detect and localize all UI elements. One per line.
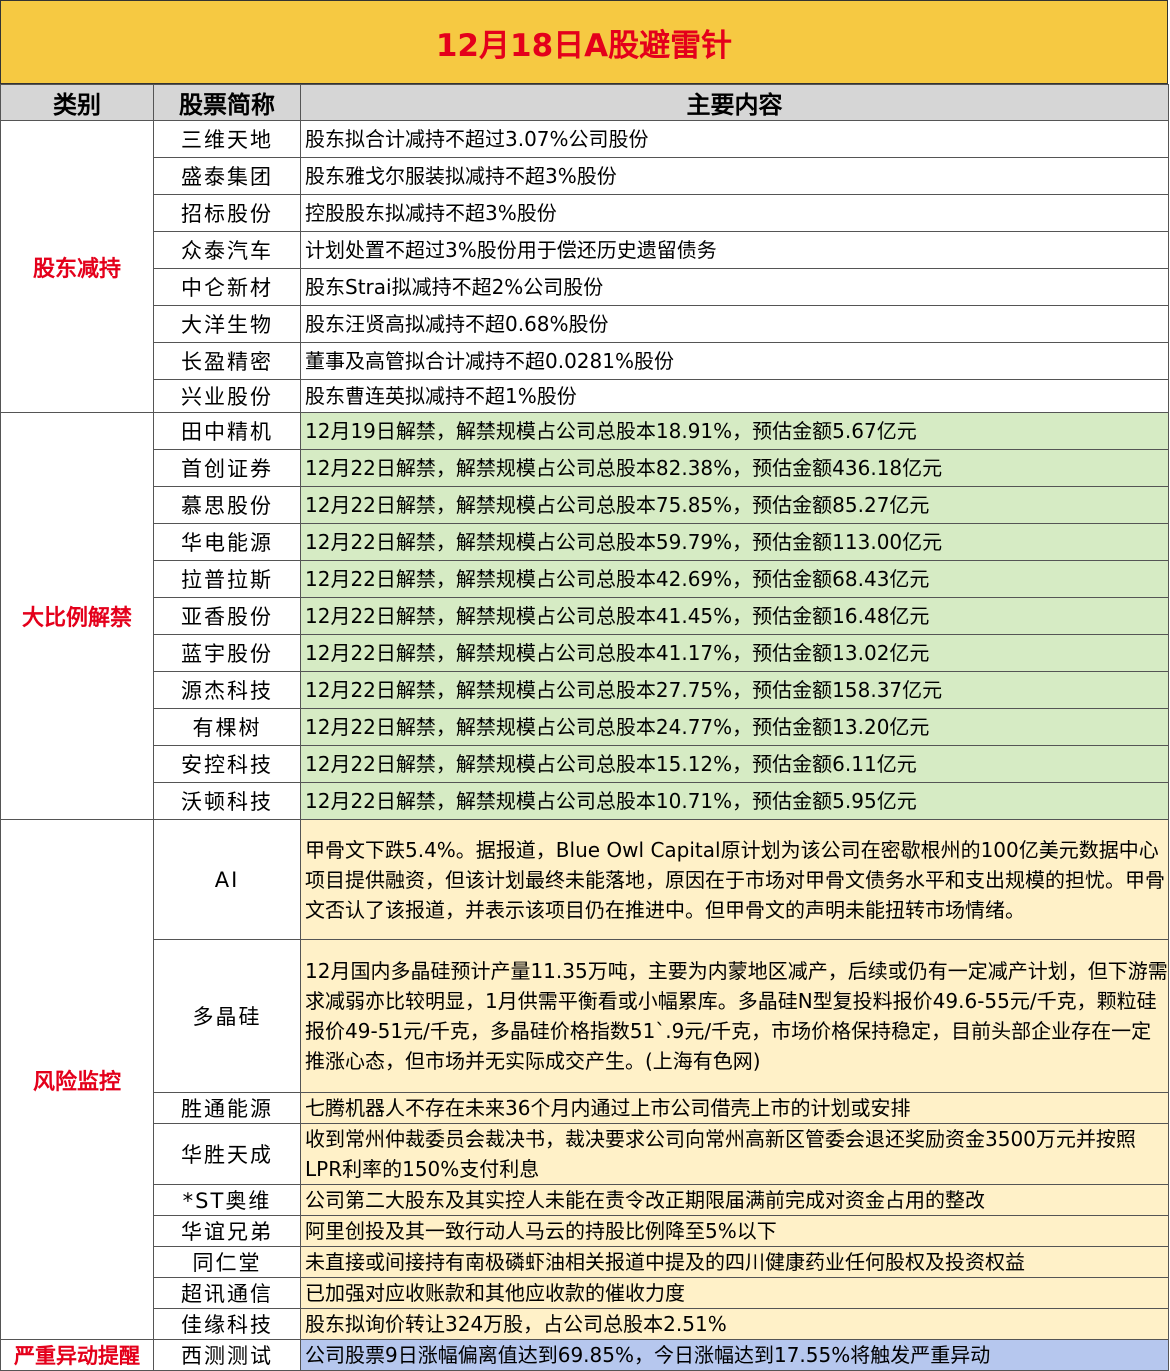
table-row: 拉普拉斯 12月22日解禁，解禁规模占公司总股本42.69%，预估金额68.43亿…	[1, 560, 1169, 598]
table-row: 严重异动提醒 西测测试 公司股票9日涨幅偏离值达到69.85%，今日涨幅达到17.5…	[0, 1339, 1169, 1371]
content-cell: 计划处置不超过3%股份用于偿还历史遗留债务	[300, 231, 1169, 269]
stock-name-cell: 首创证券	[153, 449, 301, 487]
table-row: 大洋生物 股东汪贤高拟减持不超0.68%股份	[1, 305, 1169, 343]
stock-name-cell: 亚香股份	[153, 597, 301, 635]
stock-name-cell: 有棵树	[153, 708, 301, 746]
table-row: 华电能源 12月22日解禁，解禁规模占公司总股本59.79%，预估金额113.00…	[1, 523, 1169, 561]
content-cell: 12月22日解禁，解禁规模占公司总股本27.75%，预估金额158.37亿元	[300, 671, 1169, 709]
table-row: 同仁堂 未直接或间接持有南极磷虾油相关报道中提及的四川健康药业任何股权及投资权益	[1, 1246, 1169, 1278]
table-row: 华谊兄弟 阿里创投及其一致行动人马云的持股比例降至5%以下	[1, 1215, 1169, 1247]
content-cell: 12月22日解禁，解禁规模占公司总股本59.79%，预估金额113.00亿元	[300, 523, 1169, 561]
content-cell: 董事及高管拟合计减持不超0.0281%股份	[300, 342, 1169, 380]
content-cell: 控股股东拟减持不超3%股份	[300, 194, 1169, 232]
table-row: 中仑新材 股东Strai拟减持不超2%公司股份	[1, 268, 1169, 306]
table-row: 沃顿科技 12月22日解禁，解禁规模占公司总股本10.71%，预估金额5.95亿元	[1, 782, 1169, 820]
content-cell: 甲骨文下跌5.4%。据报道，Blue Owl Capital原计划为该公司在密歇…	[300, 819, 1169, 940]
stock-name-cell: 慕思股份	[153, 486, 301, 524]
content-cell: 股东雅戈尔服装拟减持不超3%股份	[300, 157, 1169, 195]
content-cell: 股东曹连英拟减持不超1%股份	[300, 379, 1169, 413]
header-category: 类别	[0, 84, 154, 121]
content-cell: 12月22日解禁，解禁规模占公司总股本24.77%，预估金额13.20亿元	[300, 708, 1169, 746]
content-cell: 12月22日解禁，解禁规模占公司总股本82.38%，预估金额436.18亿元	[300, 449, 1169, 487]
stock-name-cell: 沃顿科技	[153, 782, 301, 820]
category-cell: 大比例解禁	[0, 412, 154, 820]
stock-name-cell: 华电能源	[153, 523, 301, 561]
stock-name-cell: 华谊兄弟	[153, 1215, 301, 1247]
stock-name-cell: AI	[153, 819, 301, 940]
stock-name-cell: *ST奥维	[153, 1184, 301, 1216]
header-row: 类别 股票简称 主要内容	[0, 84, 1169, 121]
table-row: 安控科技 12月22日解禁，解禁规模占公司总股本15.12%，预估金额6.11亿元	[1, 745, 1169, 783]
content-cell: 阿里创投及其一致行动人马云的持股比例降至5%以下	[300, 1215, 1169, 1247]
content-cell: 12月19日解禁，解禁规模占公司总股本18.91%，预估金额5.67亿元	[300, 412, 1169, 450]
stock-name-cell: 同仁堂	[153, 1246, 301, 1278]
risk-table: 类别 股票简称 主要内容 股东减持 三维天地 股东拟合计减持不超过3.07%公司股份…	[0, 84, 1169, 1371]
table-row: *ST奥维 公司第二大股东及其实控人未能在责令改正期限届满前完成对资金占用的整改	[1, 1184, 1169, 1216]
stock-name-cell: 佳缘科技	[153, 1308, 301, 1340]
spreadsheet: 12月18日A股避雷针 类别 股票简称 主要内容 股东减持 三维天地 股东拟合计减持…	[0, 0, 1170, 1371]
table-row: 多晶硅 12月国内多晶硅预计产量11.35万吨，主要为内蒙地区减产，后续或仍有一定…	[1, 939, 1169, 1093]
stock-name-cell: 华胜天成	[153, 1123, 301, 1185]
table-row: 佳缘科技 股东拟询价转让324万股，占公司总股本2.51%	[1, 1308, 1169, 1340]
stock-name-cell: 田中精机	[153, 412, 301, 450]
stock-name-cell: 超讯通信	[153, 1277, 301, 1309]
stock-name-cell: 中仑新材	[153, 268, 301, 306]
content-cell: 股东拟询价转让324万股，占公司总股本2.51%	[300, 1308, 1169, 1340]
table-row: 股东减持 三维天地 股东拟合计减持不超过3.07%公司股份	[0, 120, 1169, 413]
stock-name-cell: 源杰科技	[153, 671, 301, 709]
category-cell: 严重异动提醒	[0, 1339, 154, 1371]
stock-name-cell: 大洋生物	[153, 305, 301, 343]
header-content: 主要内容	[300, 84, 1169, 121]
content-cell: 七腾机器人不存在未来36个月内通过上市公司借壳上市的计划或安排	[300, 1092, 1169, 1124]
content-cell: 股东Strai拟减持不超2%公司股份	[300, 268, 1169, 306]
content-cell: 股东拟合计减持不超过3.07%公司股份	[300, 120, 1169, 158]
table-row: 首创证券 12月22日解禁，解禁规模占公司总股本82.38%，预估金额436.18…	[1, 449, 1169, 487]
table-row: 超讯通信 已加强对应收账款和其他应收款的催收力度	[1, 1277, 1169, 1309]
table-row: 长盈精密 董事及高管拟合计减持不超0.0281%股份	[1, 342, 1169, 380]
stock-name-cell: 拉普拉斯	[153, 560, 301, 598]
page-title: 12月18日A股避雷针	[0, 0, 1168, 84]
category-cell: 股东减持	[0, 120, 154, 413]
table-row: 招标股份 控股股东拟减持不超3%股份	[1, 194, 1169, 232]
table-row: 盛泰集团 股东雅戈尔服装拟减持不超3%股份	[1, 157, 1169, 195]
stock-name-cell: 长盈精密	[153, 342, 301, 380]
content-cell: 12月22日解禁，解禁规模占公司总股本41.17%，预估金额13.02亿元	[300, 634, 1169, 672]
table-row: 兴业股份 股东曹连英拟减持不超1%股份	[1, 379, 1169, 413]
content-cell: 公司第二大股东及其实控人未能在责令改正期限届满前完成对资金占用的整改	[300, 1184, 1169, 1216]
content-cell: 12月22日解禁，解禁规模占公司总股本15.12%，预估金额6.11亿元	[300, 745, 1169, 783]
table-row: 风险监控 AI 甲骨文下跌5.4%。据报道，Blue Owl Capital原计划为…	[0, 819, 1169, 1340]
content-cell: 12月22日解禁，解禁规模占公司总股本42.69%，预估金额68.43亿元	[300, 560, 1169, 598]
table-row: 华胜天成 收到常州仲裁委员会裁决书，裁决要求公司向常州高新区管委会退还奖励资金35…	[1, 1123, 1169, 1185]
table-row: 慕思股份 12月22日解禁，解禁规模占公司总股本75.85%，预估金额85.27亿…	[1, 486, 1169, 524]
table-row: 众泰汽车 计划处置不超过3%股份用于偿还历史遗留债务	[1, 231, 1169, 269]
category-cell: 风险监控	[0, 819, 154, 1340]
stock-name-cell: 安控科技	[153, 745, 301, 783]
stock-name-cell: 西测测试	[153, 1339, 301, 1371]
content-cell: 未直接或间接持有南极磷虾油相关报道中提及的四川健康药业任何股权及投资权益	[300, 1246, 1169, 1278]
stock-name-cell: 盛泰集团	[153, 157, 301, 195]
table-row: 胜通能源 七腾机器人不存在未来36个月内通过上市公司借壳上市的计划或安排	[1, 1092, 1169, 1124]
table-row: 有棵树 12月22日解禁，解禁规模占公司总股本24.77%，预估金额13.20亿元	[1, 708, 1169, 746]
stock-name-cell: 胜通能源	[153, 1092, 301, 1124]
content-cell: 12月22日解禁，解禁规模占公司总股本10.71%，预估金额5.95亿元	[300, 782, 1169, 820]
content-cell: 股东汪贤高拟减持不超0.68%股份	[300, 305, 1169, 343]
table-row: 大比例解禁 田中精机 12月19日解禁，解禁规模占公司总股本18.91%，预估金额5…	[0, 412, 1169, 820]
content-cell: 已加强对应收账款和其他应收款的催收力度	[300, 1277, 1169, 1309]
stock-name-cell: 众泰汽车	[153, 231, 301, 269]
stock-name-cell: 多晶硅	[153, 939, 301, 1093]
table-row: 蓝宇股份 12月22日解禁，解禁规模占公司总股本41.17%，预估金额13.02亿…	[1, 634, 1169, 672]
stock-name-cell: 三维天地	[153, 120, 301, 158]
table-row: 源杰科技 12月22日解禁，解禁规模占公司总股本27.75%，预估金额158.37…	[1, 671, 1169, 709]
content-cell: 12月22日解禁，解禁规模占公司总股本75.85%，预估金额85.27亿元	[300, 486, 1169, 524]
stock-name-cell: 招标股份	[153, 194, 301, 232]
stock-name-cell: 蓝宇股份	[153, 634, 301, 672]
table-row: 亚香股份 12月22日解禁，解禁规模占公司总股本41.45%，预估金额16.48亿…	[1, 597, 1169, 635]
content-cell: 12月22日解禁，解禁规模占公司总股本41.45%，预估金额16.48亿元	[300, 597, 1169, 635]
table-body: 股东减持 三维天地 股东拟合计减持不超过3.07%公司股份 盛泰集团 股东雅戈尔服装拟减…	[0, 120, 1169, 1371]
header-name: 股票简称	[153, 84, 301, 121]
content-cell: 收到常州仲裁委员会裁决书，裁决要求公司向常州高新区管委会退还奖励资金3500万元…	[300, 1123, 1169, 1185]
content-cell: 公司股票9日涨幅偏离值达到69.85%，今日涨幅达到17.55%将触发严重异动	[300, 1339, 1169, 1371]
stock-name-cell: 兴业股份	[153, 379, 301, 413]
content-cell: 12月国内多晶硅预计产量11.35万吨，主要为内蒙地区减产，后续或仍有一定减产计…	[300, 939, 1169, 1093]
